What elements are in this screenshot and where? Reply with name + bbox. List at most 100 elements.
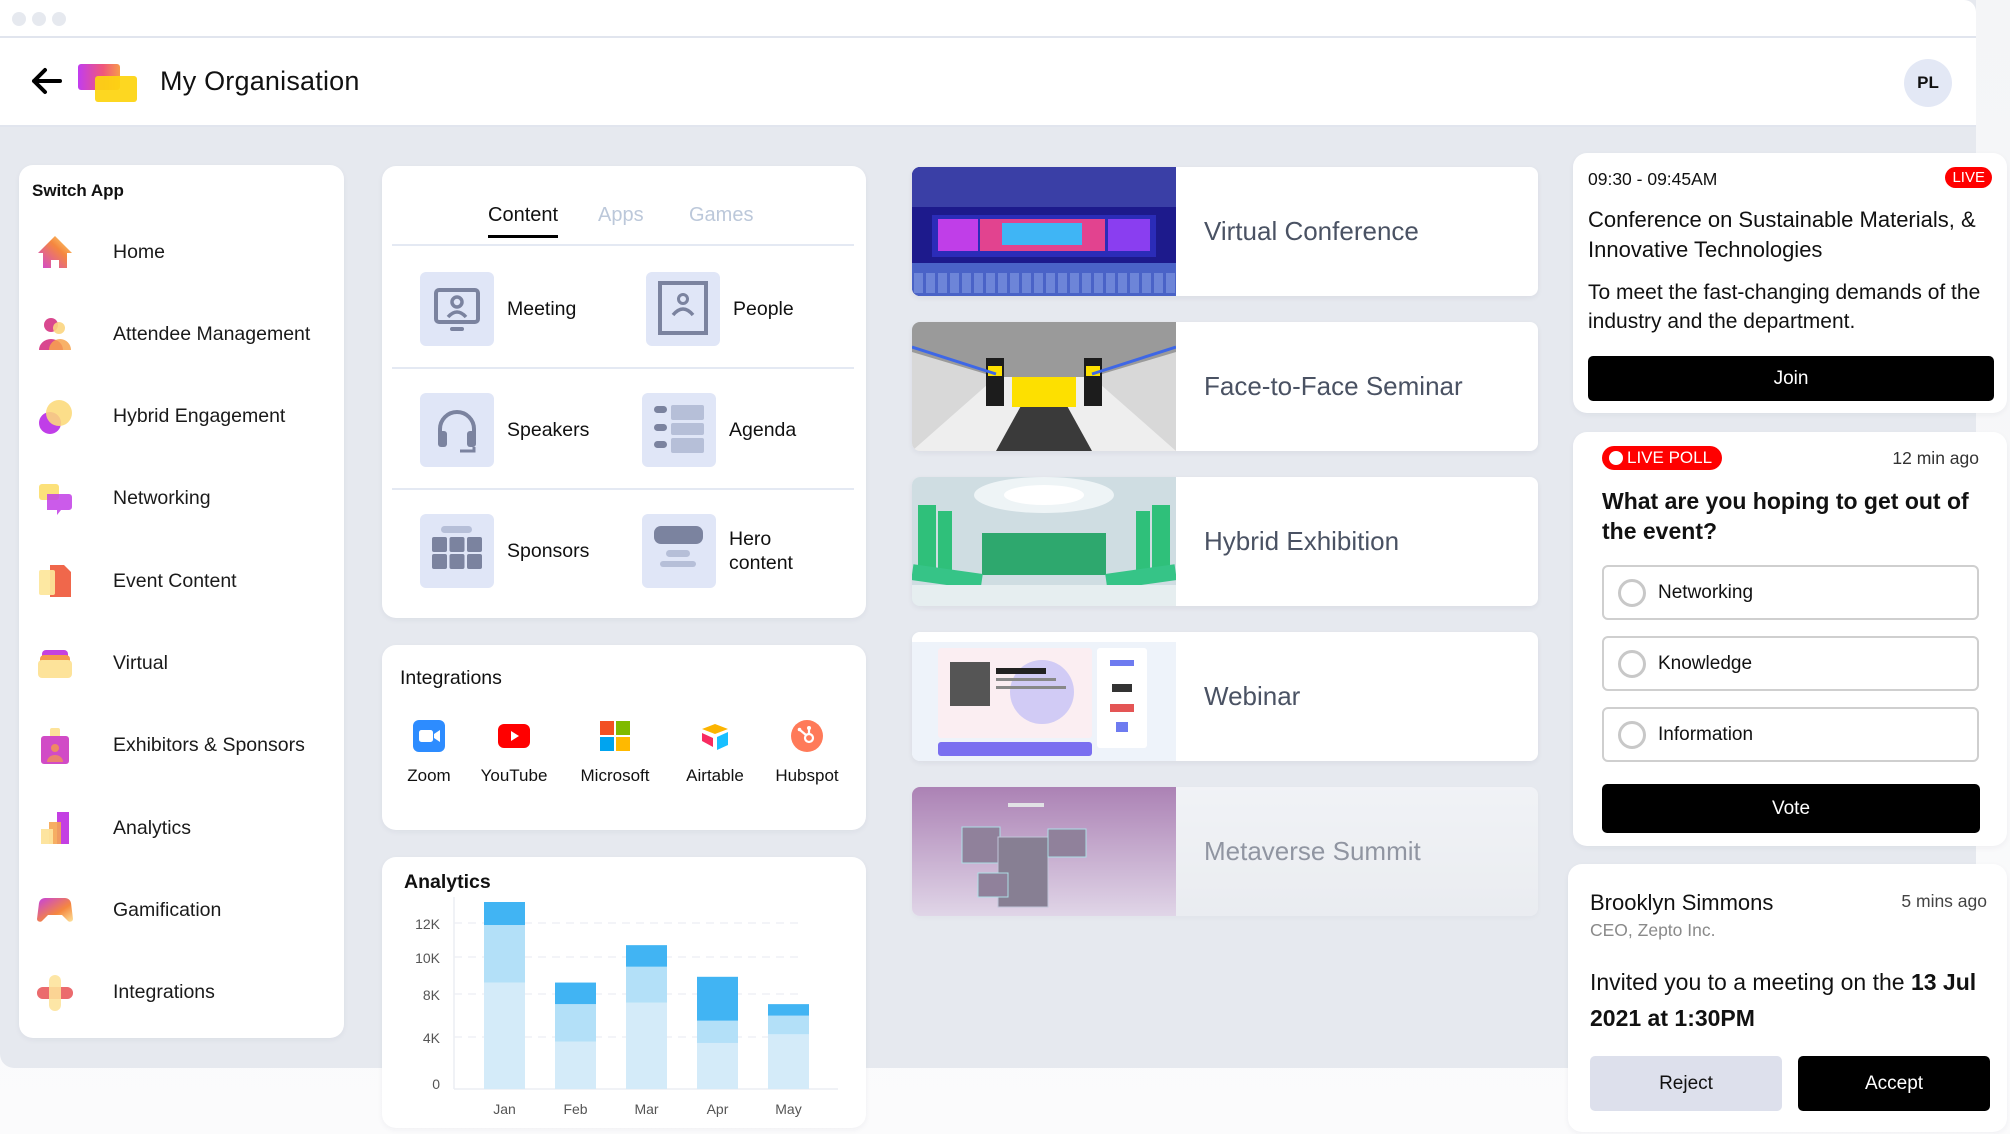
- sidebar-item-label: Exhibitors & Sponsors: [113, 734, 305, 757]
- poll-option-label: Information: [1658, 723, 1754, 745]
- sidebar-item-label: Analytics: [113, 816, 192, 839]
- content-row: Sponsors Hero content: [392, 490, 854, 611]
- integration-zoom[interactable]: Zoom: [404, 720, 454, 786]
- sidebar-item-integrations[interactable]: Integrations: [19, 965, 344, 1021]
- poll-option-label: Networking: [1658, 581, 1754, 603]
- bar-mar-top: [626, 945, 667, 967]
- radio-button[interactable]: [1618, 720, 1646, 749]
- x-tick-label: Apr: [707, 1101, 729, 1117]
- content-item-people[interactable]: People: [646, 272, 794, 346]
- invite-time-ago: 5 mins ago: [1901, 891, 1987, 911]
- event-card-face-to-face-seminar[interactable]: Face-to-Face Seminar: [912, 322, 1538, 451]
- bar-apr-base: [697, 1042, 738, 1089]
- window-dot[interactable]: [52, 12, 66, 26]
- event-thumbnail: [912, 477, 1177, 606]
- live-session-card: 09:30 - 09:45AM LIVE Conference on Susta…: [1573, 153, 2007, 413]
- invite-message-text: Invited you to a meeting on the: [1590, 969, 1911, 995]
- x-tick-label: Mar: [634, 1101, 658, 1117]
- window-title-bar: [0, 0, 1976, 38]
- bar-jan-base: [484, 982, 525, 1089]
- bar-apr-middle: [697, 1020, 738, 1043]
- bar-may-middle: [768, 1015, 809, 1035]
- tab-games[interactable]: Games: [689, 204, 753, 235]
- session-title: Conference on Sustainable Materials, & I…: [1588, 207, 1976, 262]
- live-badge: LIVE: [1945, 167, 1992, 188]
- sidebar-item-gamification[interactable]: Gamification: [19, 882, 344, 938]
- integration-hubspot[interactable]: Hubspot: [767, 720, 847, 786]
- inviter-name: Brooklyn Simmons: [1590, 890, 1774, 915]
- bar-feb-middle: [555, 1004, 596, 1042]
- event-title: Webinar: [1204, 681, 1301, 711]
- x-tick-label: May: [775, 1101, 801, 1117]
- poll-option-knowledge[interactable]: Knowledge: [1602, 636, 1979, 691]
- switch-app-sidebar: Switch App Home Attendee Management Hybrid…: [19, 165, 344, 1038]
- content-item-label: Hero content: [729, 527, 793, 574]
- content-item-hero-content[interactable]: Hero content: [642, 514, 819, 588]
- tab-content[interactable]: Content: [488, 204, 559, 238]
- sidebar-item-home[interactable]: Home: [19, 224, 344, 280]
- arrow-left-icon[interactable]: [30, 66, 64, 96]
- event-card-webinar[interactable]: Webinar: [912, 632, 1538, 761]
- youtube-icon: [498, 720, 530, 752]
- poll-question: What are you hoping to get out of the ev…: [1602, 488, 1969, 544]
- content-row: Meeting People: [392, 248, 854, 369]
- sidebar-item-networking[interactable]: Networking: [19, 471, 344, 527]
- meeting-invite-card: Brooklyn Simmons 5 mins ago CEO, Zepto I…: [1568, 864, 2007, 1132]
- sidebar-item-attendee-management[interactable]: Attendee Management: [19, 306, 344, 362]
- integration-youtube[interactable]: YouTube: [479, 720, 549, 786]
- content-item-meeting[interactable]: Meeting: [420, 272, 576, 346]
- bar-jan-top: [484, 902, 525, 926]
- radio-button[interactable]: [1618, 649, 1646, 678]
- y-tick-label: 12K: [415, 916, 441, 932]
- content-item-sponsors[interactable]: Sponsors: [420, 514, 589, 588]
- sidebar-item-event-content[interactable]: Event Content: [19, 553, 344, 609]
- integration-microsoft[interactable]: Microsoft: [570, 720, 660, 786]
- gamepad-icon: [37, 892, 73, 928]
- vote-button[interactable]: Vote: [1602, 784, 1980, 833]
- content-panel: Content Apps Games Meeting People Speake…: [382, 166, 866, 618]
- bar-mar-base: [626, 1002, 667, 1089]
- window-dot[interactable]: [32, 12, 46, 26]
- avatar[interactable]: PL: [1904, 59, 1952, 107]
- grid-icon: [420, 514, 494, 588]
- airtable-icon: [699, 720, 731, 752]
- poll-option-networking[interactable]: Networking: [1602, 565, 1979, 620]
- integration-label: Microsoft: [580, 766, 650, 785]
- content-item-label: Sponsors: [507, 539, 590, 562]
- hubspot-icon: [791, 720, 823, 752]
- tab-apps[interactable]: Apps: [598, 204, 644, 235]
- sidebar-item-label: Gamification: [113, 898, 222, 921]
- event-thumbnail: [912, 632, 1176, 761]
- event-card-virtual-conference[interactable]: Virtual Conference: [912, 167, 1538, 296]
- integration-label: Hubspot: [775, 766, 839, 785]
- x-tick-label: Jan: [493, 1101, 516, 1117]
- accept-button[interactable]: Accept: [1798, 1056, 1990, 1111]
- sidebar-title: Switch App: [32, 181, 124, 200]
- bar-apr-top: [697, 976, 738, 1021]
- sidebar-item-hybrid-engagement[interactable]: Hybrid Engagement: [19, 389, 344, 445]
- event-thumbnail: [912, 322, 1177, 451]
- event-card-metaverse-summit[interactable]: Metaverse Summit: [912, 787, 1538, 916]
- content-item-agenda[interactable]: Agenda: [642, 393, 796, 467]
- event-card-hybrid-exhibition[interactable]: Hybrid Exhibition: [912, 477, 1538, 606]
- integration-label: Airtable: [686, 766, 744, 785]
- content-row: Speakers Agenda: [392, 369, 854, 490]
- sidebar-item-exhibitors-sponsors[interactable]: Exhibitors & Sponsors: [19, 718, 344, 774]
- invite-message: Invited you to a meeting on the 13 Jul 2…: [1590, 964, 1990, 1036]
- reject-button[interactable]: Reject: [1590, 1056, 1782, 1111]
- bar-may-top: [768, 1004, 809, 1016]
- poll-option-information[interactable]: Information: [1602, 707, 1979, 762]
- content-item-label: Speakers: [507, 418, 590, 441]
- x-tick-label: Feb: [563, 1101, 587, 1117]
- poll-option-label: Knowledge: [1658, 652, 1753, 674]
- sidebar-item-analytics[interactable]: Analytics: [19, 800, 344, 856]
- content-tabs: Content Apps Games: [392, 204, 854, 246]
- window-dot[interactable]: [12, 12, 26, 26]
- sidebar-item-virtual[interactable]: Virtual: [19, 636, 344, 692]
- app-header: My Organisation PL: [0, 38, 1976, 127]
- content-item-speakers[interactable]: Speakers: [420, 393, 589, 467]
- radio-button[interactable]: [1618, 578, 1646, 607]
- zoom-icon: [413, 720, 445, 752]
- integration-airtable[interactable]: Airtable: [675, 720, 755, 786]
- join-button[interactable]: Join: [1588, 356, 1994, 401]
